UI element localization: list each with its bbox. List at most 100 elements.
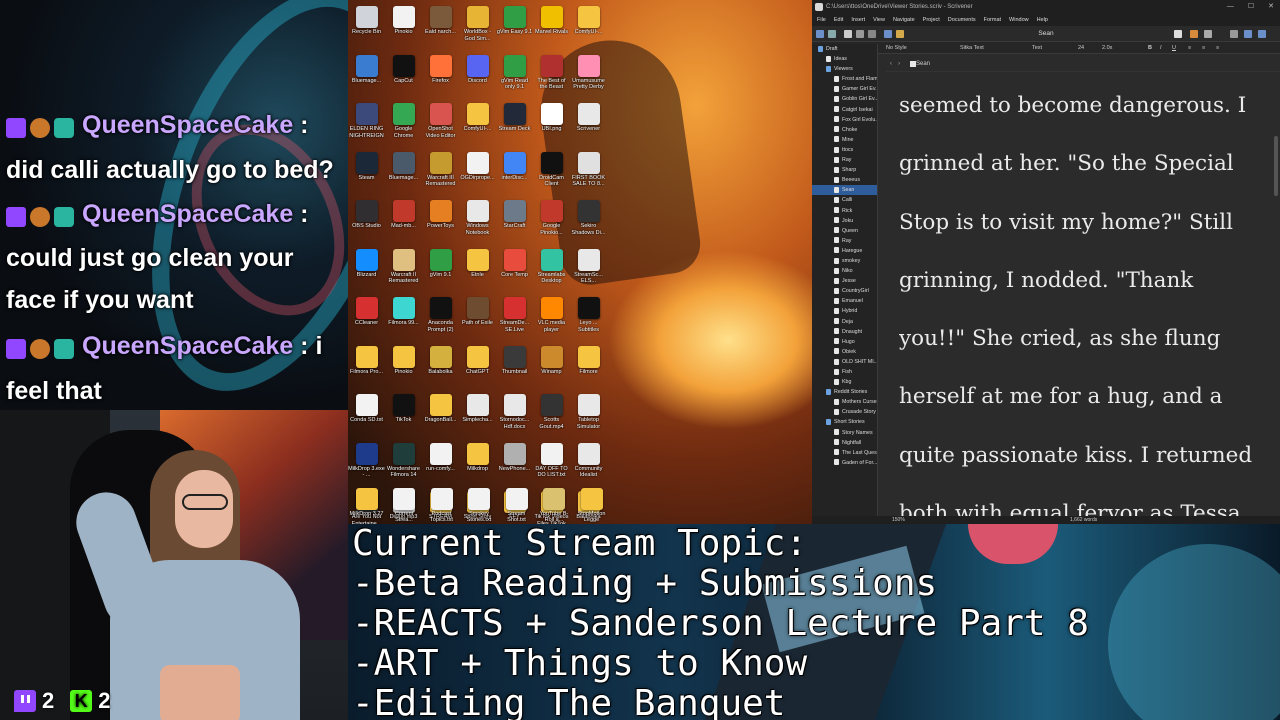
desktop-icon[interactable]: Discord: [459, 53, 496, 91]
binder-item[interactable]: Sean: [812, 185, 877, 196]
desktop-icon[interactable]: CapCut: [385, 53, 422, 91]
desktop-icon[interactable]: Blizzard: [348, 247, 385, 285]
italic-icon[interactable]: I: [1160, 42, 1162, 54]
nav-forward-icon[interactable]: ›: [898, 56, 900, 72]
binder-item[interactable]: Dnaught: [812, 327, 877, 337]
zoom-level[interactable]: 150%: [892, 516, 905, 524]
binder-item[interactable]: Ideas: [812, 54, 877, 64]
binder-item[interactable]: Choke: [812, 125, 877, 135]
binder-item[interactable]: Fox Girl Evolu...: [812, 115, 877, 125]
align-center-icon[interactable]: ≡: [1202, 42, 1205, 54]
align-right-icon[interactable]: ≡: [1216, 42, 1219, 54]
binder-item[interactable]: Jesse: [812, 276, 877, 286]
desktop-icon[interactable]: ELDEN RING NIGHTREIGN: [348, 101, 385, 139]
desktop-icon[interactable]: Bluemage...: [385, 150, 422, 188]
binder-item[interactable]: Beeeus: [812, 175, 877, 185]
desktop-icon[interactable]: interDisc...: [496, 150, 533, 188]
desktop-icon[interactable]: Stornodoc... Hdf.docx: [496, 392, 533, 430]
close-icon[interactable]: ✕: [1268, 0, 1274, 14]
menu-item-insert[interactable]: Insert: [851, 14, 865, 26]
desktop-icon[interactable]: YouTube B-Roll a...: [536, 486, 573, 524]
desktop-icon[interactable]: StarCraft: [496, 198, 533, 236]
binder-item[interactable]: Gaden of For...: [812, 458, 877, 468]
window-titlebar[interactable]: C:\Users\ttos\OneDrive\Viewer Stories.sc…: [812, 0, 1280, 14]
desktop-icon[interactable]: Mad-mb...: [385, 198, 422, 236]
desktop-icon[interactable]: Community Idealist: [570, 441, 607, 479]
editor-scrollbar[interactable]: [1274, 136, 1278, 196]
desktop-icon[interactable]: run-comfy...: [422, 441, 459, 479]
desktop-icon[interactable]: Wondershare Filmora 14: [385, 441, 422, 479]
binder-item[interactable]: Fish: [812, 367, 877, 377]
desktop-icon[interactable]: CCleaner: [348, 295, 385, 333]
settings-icon[interactable]: [1258, 30, 1266, 38]
desktop-icon[interactable]: Google Chrome: [385, 101, 422, 139]
line-spacing-select[interactable]: 2.0x: [1102, 42, 1112, 54]
binder-item[interactable]: Joku: [812, 216, 877, 226]
desktop-icon[interactable]: Eald narch...: [422, 4, 459, 42]
desktop-icon[interactable]: DragonBall...: [422, 392, 459, 430]
binder-item[interactable]: Mothers Curse: [812, 397, 877, 407]
desktop-icon[interactable]: Filmora 99...: [385, 295, 422, 333]
binder-item[interactable]: Hybrid: [812, 306, 877, 316]
desktop-icon[interactable]: Conda SD.txt: [348, 392, 385, 430]
underline-icon[interactable]: U: [1172, 42, 1176, 54]
desktop-icon[interactable]: Filmore: [570, 344, 607, 382]
binder-item[interactable]: Kbg: [812, 377, 877, 387]
desktop-icon[interactable]: gVim 9.1: [422, 247, 459, 285]
binder-item[interactable]: Ray: [812, 236, 877, 246]
style-select[interactable]: No Style: [886, 42, 907, 54]
menu-item-help[interactable]: Help: [1037, 14, 1048, 26]
menu-item-navigate[interactable]: Navigate: [893, 14, 915, 26]
desktop-icon[interactable]: Firefox: [422, 53, 459, 91]
binder-item[interactable]: OLD SHIT MI...: [812, 357, 877, 367]
binder-item[interactable]: Haregue: [812, 246, 877, 256]
desktop-icon[interactable]: OGDirprope...: [459, 150, 496, 188]
desktop-icon[interactable]: StreamDe... SE.Live: [496, 295, 533, 333]
binder-item[interactable]: Crusade Story: [812, 407, 877, 417]
desktop-icon[interactable]: Podcast Topics.txt: [423, 486, 460, 524]
desktop-icon[interactable]: VLC media player: [533, 295, 570, 333]
desktop-icon[interactable]: Winamp: [533, 344, 570, 382]
menu-item-view[interactable]: View: [873, 14, 885, 26]
desktop-icon[interactable]: Scotts Gout.mp4: [533, 392, 570, 430]
nav-back-icon[interactable]: ‹: [890, 56, 892, 72]
desktop-icon[interactable]: Google Pinokio...: [533, 198, 570, 236]
desktop-icon[interactable]: Pinokio: [385, 4, 422, 42]
binder-item[interactable]: Hugo: [812, 337, 877, 347]
desktop-icon[interactable]: Current Strea...: [386, 486, 423, 524]
search-icon[interactable]: [1230, 30, 1238, 38]
binder-item[interactable]: Queen: [812, 226, 877, 236]
desktop-icon[interactable]: Filmora Pro...: [348, 344, 385, 382]
menu-item-format[interactable]: Format: [984, 14, 1001, 26]
desktop-icon[interactable]: gVim Easy 9.1: [496, 4, 533, 42]
binder-item[interactable]: Viewers: [812, 64, 877, 74]
minimize-icon[interactable]: —: [1227, 0, 1234, 14]
align-left-icon[interactable]: ≡: [1188, 42, 1191, 54]
menu-item-file[interactable]: File: [817, 14, 826, 26]
binder-item[interactable]: Mine: [812, 135, 877, 145]
desktop-icon[interactable]: NewPhone...: [496, 441, 533, 479]
desktop-icon[interactable]: Bluemage...: [348, 53, 385, 91]
inspector-icon[interactable]: [1244, 30, 1252, 38]
binder-item[interactable]: Short Stories: [812, 417, 877, 427]
desktop-icon[interactable]: Anaconda Prompt (2): [422, 295, 459, 333]
font-size-select[interactable]: 24: [1078, 42, 1084, 54]
desktop-icon[interactable]: Balabolka: [422, 344, 459, 382]
binder-item[interactable]: Nightfall: [812, 438, 877, 448]
maximize-icon[interactable]: ☐: [1248, 0, 1254, 14]
view-single-icon[interactable]: [1174, 30, 1182, 38]
binder-item[interactable]: Frost and Flame: [812, 74, 877, 84]
desktop-icon[interactable]: StreamSc... ELS...: [570, 247, 607, 285]
binder-item[interactable]: Gamer Girl Ev...: [812, 84, 877, 94]
editor-text[interactable]: seemed to become dangerous. I grinned at …: [899, 77, 1267, 517]
binder-item[interactable]: Catgirl Isekai: [812, 105, 877, 115]
desktop-icon[interactable]: PowerToys: [422, 198, 459, 236]
desktop-icon[interactable]: UBI.png: [533, 101, 570, 139]
typeface-select[interactable]: Text: [1032, 42, 1042, 54]
menu-item-edit[interactable]: Edit: [834, 14, 843, 26]
binder-item[interactable]: Ray: [812, 155, 877, 165]
menu-item-project[interactable]: Project: [923, 14, 940, 26]
binder-item[interactable]: Calli: [812, 195, 877, 205]
desktop-icon[interactable]: DroidCam Client: [533, 150, 570, 188]
desktop-icon[interactable]: Pinokio: [385, 344, 422, 382]
